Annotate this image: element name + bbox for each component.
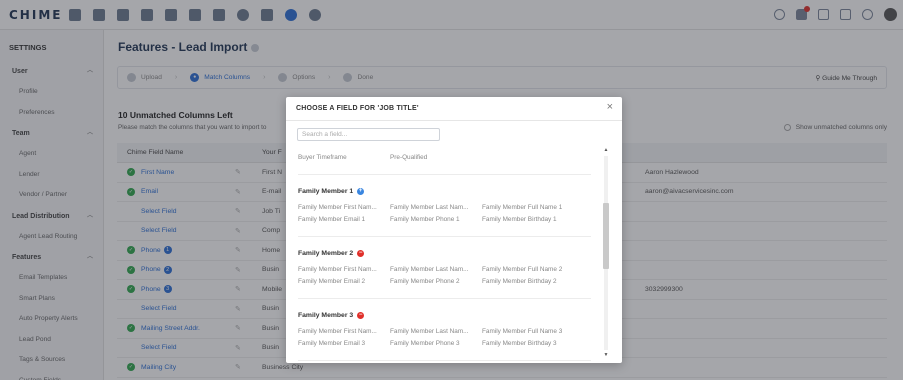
field-group-title[interactable]: Family Member 1 + bbox=[286, 185, 602, 198]
field-option[interactable]: Family Member Full Name 1 bbox=[482, 202, 574, 214]
field-group-label: Family Member 2 bbox=[298, 250, 354, 257]
field-option[interactable]: Family Member Last Nam... bbox=[390, 202, 482, 214]
field-option-row: Family Member Email 1 Family Member Phone… bbox=[286, 214, 602, 226]
field-group-label: Family Member 1 bbox=[298, 188, 354, 195]
field-option-row: Buyer Timeframe Pre-Qualified bbox=[286, 152, 602, 164]
divider bbox=[298, 236, 591, 237]
field-group-label: Family Member 3 bbox=[298, 312, 354, 319]
field-option[interactable]: Family Member First Nam... bbox=[298, 326, 390, 338]
divider bbox=[298, 298, 591, 299]
field-option[interactable]: Family Member Email 3 bbox=[298, 338, 390, 350]
field-option-row: Family Member Email 2 Family Member Phone… bbox=[286, 276, 602, 288]
field-group-title[interactable]: Family Member 2− bbox=[286, 247, 602, 260]
close-icon[interactable]: × bbox=[607, 101, 613, 113]
divider bbox=[298, 174, 591, 175]
scroll-thumb[interactable] bbox=[603, 203, 609, 269]
field-option[interactable]: Family Member Phone 1 bbox=[390, 214, 482, 226]
field-option[interactable]: Family Member Full Name 3 bbox=[482, 326, 574, 338]
scroll-up-arrow-icon[interactable]: ▲ bbox=[603, 147, 609, 154]
field-option[interactable]: Buyer Timeframe bbox=[298, 152, 390, 164]
field-option[interactable]: Family Member Birthday 3 bbox=[482, 338, 574, 350]
field-option-row: Family Member First Nam... Family Member … bbox=[286, 202, 602, 214]
field-option[interactable]: Family Member Last Nam... bbox=[390, 326, 482, 338]
choose-field-modal: CHOOSE A FIELD FOR 'JOB TITLE' × Buyer T… bbox=[286, 97, 622, 363]
field-option[interactable]: Family Member Birthday 2 bbox=[482, 276, 574, 288]
field-option[interactable]: Family Member Birthday 1 bbox=[482, 214, 574, 226]
field-option[interactable]: Family Member First Nam... bbox=[298, 202, 390, 214]
field-option[interactable]: Family Member First Nam... bbox=[298, 264, 390, 276]
modal-title: CHOOSE A FIELD FOR 'JOB TITLE' bbox=[296, 105, 419, 112]
scroll-down-arrow-icon[interactable]: ▼ bbox=[603, 352, 609, 359]
expand-plus-icon[interactable]: + bbox=[357, 188, 365, 195]
field-option[interactable]: Pre-Qualified bbox=[390, 152, 482, 164]
field-group-title[interactable]: Family Member 3− bbox=[286, 309, 602, 322]
modal-scrollbar[interactable]: ▲ ▼ bbox=[603, 147, 609, 359]
field-option[interactable]: Family Member Email 1 bbox=[298, 214, 390, 226]
field-option[interactable]: Family Member Phone 2 bbox=[390, 276, 482, 288]
field-option-row: Family Member First Nam... Family Member … bbox=[286, 326, 602, 338]
field-option-row: Family Member Email 3 Family Member Phone… bbox=[286, 338, 602, 350]
collapse-minus-icon[interactable]: − bbox=[357, 250, 365, 257]
modal-header: CHOOSE A FIELD FOR 'JOB TITLE' × bbox=[286, 97, 622, 121]
collapse-minus-icon[interactable]: − bbox=[357, 312, 365, 319]
field-option[interactable]: Family Member Email 2 bbox=[298, 276, 390, 288]
field-option[interactable]: Family Member Full Name 2 bbox=[482, 264, 574, 276]
field-search-input[interactable] bbox=[297, 128, 440, 141]
divider bbox=[298, 360, 591, 361]
field-option[interactable]: Family Member Last Nam... bbox=[390, 264, 482, 276]
field-options-list: Buyer Timeframe Pre-Qualified Family Membe… bbox=[286, 147, 602, 361]
field-option-row: Family Member First Nam... Family Member … bbox=[286, 264, 602, 276]
field-option[interactable]: Family Member Phone 3 bbox=[390, 338, 482, 350]
